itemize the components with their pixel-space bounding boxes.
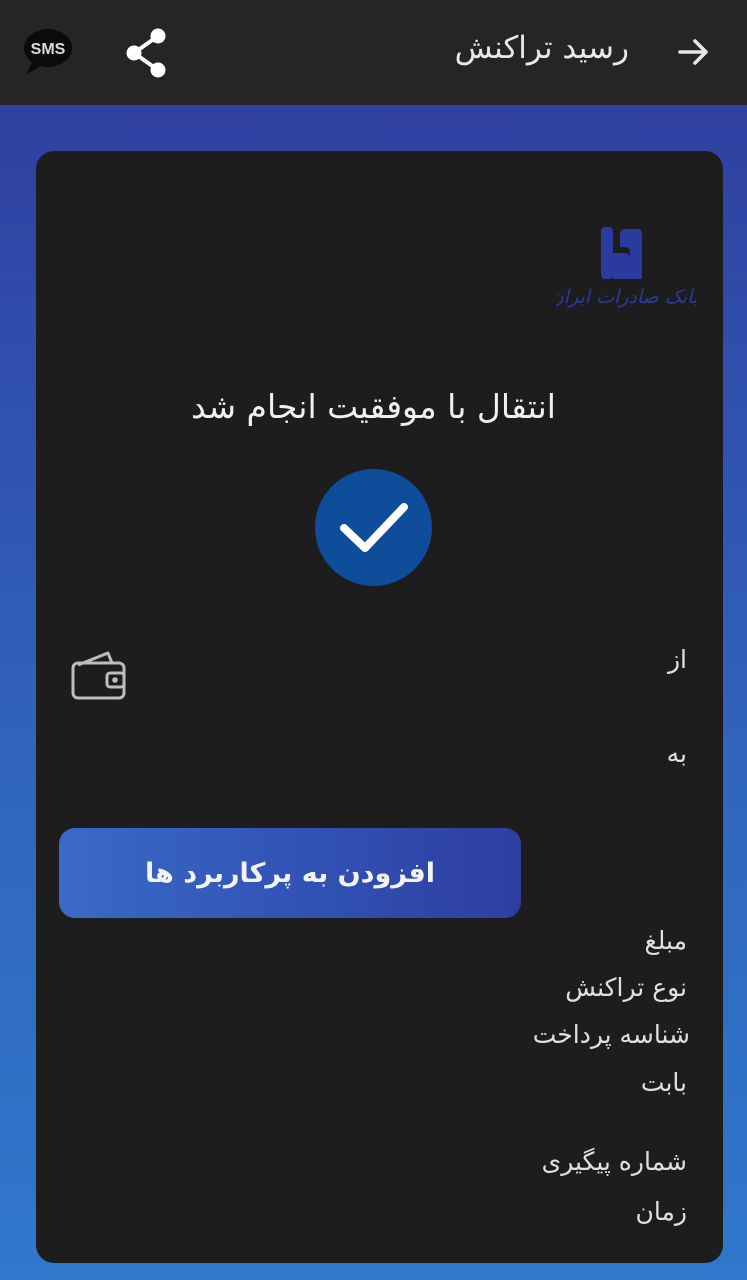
success-check-badge	[315, 469, 432, 586]
tracking-number-label: شماره پیگیری	[541, 1147, 687, 1176]
add-to-favorites-button[interactable]: افزودن به پرکاربرد ها	[59, 828, 521, 918]
sms-icon: SMS	[24, 29, 72, 75]
time-label: زمان	[635, 1197, 687, 1226]
bank-logo-text: بانک صادرات ایران	[556, 286, 696, 308]
share-button[interactable]	[118, 24, 176, 82]
bank-saderat-logo: بانک صادرات ایران	[556, 227, 696, 308]
from-label: از	[667, 645, 687, 674]
payment-id-label: شناسه پرداخت	[532, 1020, 690, 1049]
to-label: به	[666, 739, 687, 768]
sms-icon-label: SMS	[31, 41, 66, 58]
top-app-bar: رسید تراکنش SMS	[0, 0, 747, 105]
page-title: رسید تراکنش	[454, 30, 629, 66]
reason-label: بابت	[640, 1068, 687, 1097]
wallet-icon	[71, 651, 126, 700]
success-message: انتقال با موفقیت انجام شد	[191, 387, 556, 426]
transaction-type-label: نوع تراکنش	[565, 973, 687, 1002]
arrow-right-icon	[678, 39, 708, 65]
back-button[interactable]	[668, 28, 720, 76]
receipt-card: بانک صادرات ایران انتقال با موفقیت انجام…	[36, 151, 723, 1263]
amount-label: مبلغ	[644, 926, 687, 955]
checkmark-icon	[339, 502, 408, 552]
sms-button[interactable]: SMS	[18, 26, 78, 78]
share-icon	[126, 28, 166, 78]
